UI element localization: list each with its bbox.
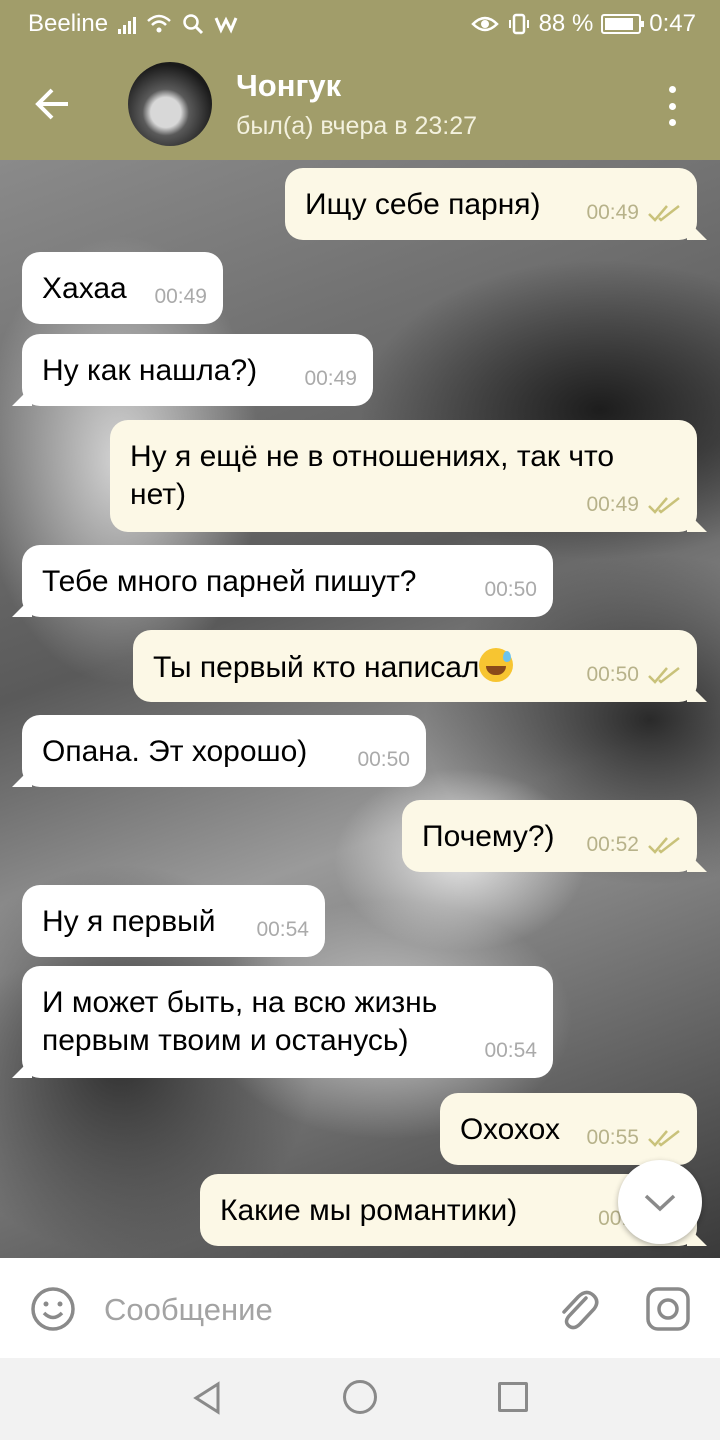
battery-percent: 88 % (538, 10, 594, 37)
chevron-down-icon (644, 1194, 676, 1212)
incoming-message[interactable]: Хахаа 00:49 (22, 252, 223, 324)
message-meta: 00:54 (256, 911, 309, 949)
nav-home-icon[interactable] (343, 1380, 377, 1414)
message-input-bar: Сообщение (0, 1258, 720, 1358)
last-seen-status: был(а) вчера в 23:27 (236, 112, 478, 140)
message-text: Опана. Эт хорошо) (42, 735, 308, 768)
message-meta: 00:52 (586, 826, 681, 864)
search-icon (183, 14, 204, 35)
message-time: 00:50 (586, 663, 639, 686)
incoming-message[interactable]: И может быть, на всю жизнь первым твоим … (22, 966, 553, 1078)
sweat-smile-emoji (479, 648, 514, 682)
message-time: 00:54 (484, 1039, 537, 1062)
message-text: И может быть, на всю жизнь первым твоим … (42, 986, 438, 1057)
camera-icon[interactable] (645, 1286, 691, 1332)
message-time: 00:54 (256, 918, 309, 941)
outgoing-message[interactable]: Ищу себе парня) 00:49 (285, 168, 697, 240)
signal-icon (118, 14, 137, 34)
vibrate-icon (508, 13, 529, 35)
app-notification-icon (214, 16, 238, 34)
double-check-icon (648, 497, 680, 514)
message-time: 00:49 (586, 201, 639, 224)
message-meta: 00:49 (304, 360, 357, 398)
message-text: Тебе много парней пишут? (42, 565, 417, 598)
system-nav-bar (0, 1358, 720, 1440)
eye-icon (470, 16, 499, 32)
status-bar: Beeline 88 % 0:47 (0, 0, 720, 48)
outgoing-message[interactable]: Ну я ещё не в отношениях, так что нет) 00… (110, 420, 697, 532)
clock: 0:47 (649, 10, 696, 37)
carrier-label: Beeline (28, 10, 109, 37)
message-meta: 00:50 (357, 741, 410, 779)
message-meta: 00:54 (484, 1032, 537, 1070)
message-time: 00:49 (586, 493, 639, 516)
avatar[interactable] (128, 62, 212, 146)
message-time: 00:50 (484, 578, 537, 601)
message-input[interactable]: Сообщение (104, 1292, 273, 1328)
chat-messages[interactable]: Ищу себе парня) 00:49 Хахаа 00:49 Ну как наш… (0, 160, 720, 1258)
scroll-down-button[interactable] (618, 1160, 702, 1244)
message-meta: 00:50 (484, 571, 537, 609)
message-time: 00:52 (586, 833, 639, 856)
nav-back-icon[interactable] (190, 1380, 224, 1416)
contact-name[interactable]: Чонгук (236, 68, 341, 104)
outgoing-message[interactable]: Охохох 00:55 (440, 1093, 697, 1165)
incoming-message[interactable]: Тебе много парней пишут? 00:50 (22, 545, 553, 617)
message-time: 00:55 (586, 1126, 639, 1149)
message-time: 00:49 (154, 285, 207, 308)
message-meta: 00:49 (586, 486, 681, 524)
message-time: 00:49 (304, 367, 357, 390)
message-meta: 00:49 (586, 194, 681, 232)
message-meta: 00:55 (586, 1119, 681, 1157)
message-meta: 00:50 (586, 656, 681, 694)
back-button[interactable] (28, 80, 76, 128)
wifi-icon (147, 14, 171, 33)
smile-icon[interactable] (30, 1286, 76, 1332)
double-check-icon (648, 667, 680, 684)
message-meta: 00:49 (154, 278, 207, 316)
incoming-message[interactable]: Ну как нашла?) 00:49 (22, 334, 373, 406)
battery-icon (601, 14, 645, 34)
kebab-menu-icon[interactable] (660, 86, 684, 126)
double-check-icon (648, 205, 680, 222)
outgoing-message[interactable]: Ты первый кто написал 00:50 (133, 630, 697, 702)
paperclip-icon[interactable] (556, 1286, 600, 1334)
double-check-icon (648, 1130, 680, 1147)
arrow-left-icon (35, 88, 68, 120)
nav-recents-icon[interactable] (498, 1382, 528, 1412)
chat-header: Чонгук был(а) вчера в 23:27 (0, 48, 720, 160)
outgoing-message[interactable]: Почему?) 00:52 (402, 800, 697, 872)
incoming-message[interactable]: Ну я первый 00:54 (22, 885, 325, 957)
double-check-icon (648, 837, 680, 854)
incoming-message[interactable]: Опана. Эт хорошо) 00:50 (22, 715, 426, 787)
message-time: 00:50 (357, 748, 410, 771)
